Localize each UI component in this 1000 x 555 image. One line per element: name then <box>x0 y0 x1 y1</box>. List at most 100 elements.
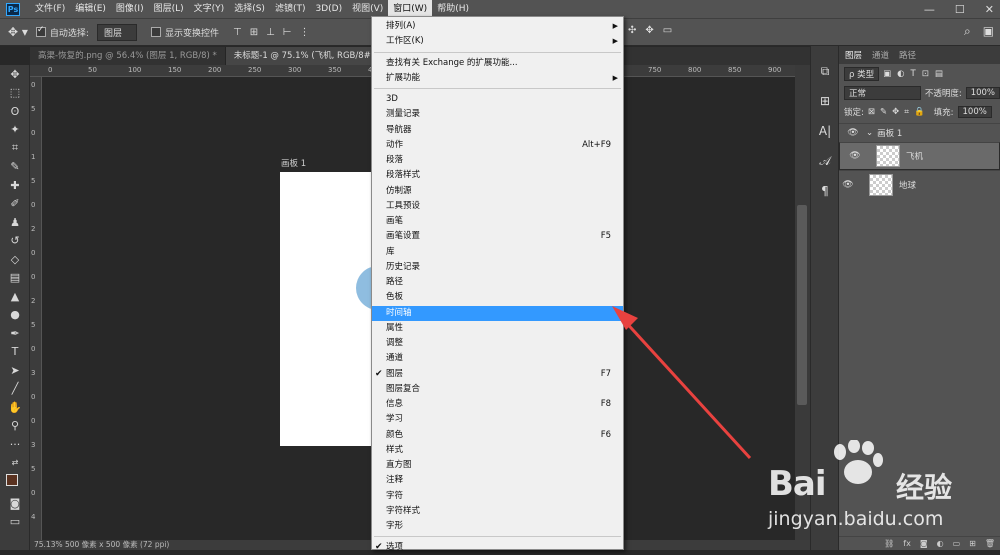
healing-brush-tool-icon[interactable]: ✚ <box>0 176 30 195</box>
menu-item[interactable]: 查找有关 Exchange 的扩展功能... <box>372 56 623 71</box>
pen-tool-icon[interactable]: ✒ <box>0 324 30 343</box>
history-panel-icon[interactable]: ⧉ <box>811 56 839 86</box>
history-brush-tool-icon[interactable]: ↺ <box>0 232 30 251</box>
eyedropper-tool-icon[interactable]: ✎ <box>0 158 30 177</box>
menu-item[interactable]: 色板 <box>372 290 623 305</box>
menu-item[interactable]: 注释 <box>372 473 623 488</box>
properties-panel-icon[interactable]: ⊞ <box>811 86 839 116</box>
menu-item[interactable]: 滤镜(T) <box>270 0 311 18</box>
eraser-tool-icon[interactable]: ◇ <box>0 250 30 269</box>
auto-select-toggle[interactable]: 自动选择: <box>35 25 89 39</box>
swap-colors-icon[interactable]: ⇄ <box>0 454 30 473</box>
3d-rotate-icon[interactable]: ✣ <box>628 25 636 36</box>
menu-item[interactable]: ✔ 图层 F7 <box>372 367 623 382</box>
link-icon[interactable]: ⛓ <box>884 539 894 548</box>
align-top-icon[interactable]: ⊤ <box>233 27 242 38</box>
menu-item[interactable]: 画笔 <box>372 214 623 229</box>
character-panel-icon[interactable]: A| <box>811 116 839 146</box>
hand-tool-icon[interactable]: ✋ <box>0 398 30 417</box>
align-center-icon[interactable]: ⋮ <box>300 27 310 38</box>
menu-item[interactable]: 字符样式 <box>372 504 623 519</box>
minimize-icon[interactable]: — <box>924 3 935 16</box>
menu-item[interactable]: 直方图 <box>372 458 623 473</box>
more-tools-icon[interactable]: ··· <box>0 435 30 454</box>
menu-item[interactable]: 工具预设 <box>372 199 623 214</box>
type-tool-icon[interactable]: T <box>0 343 30 362</box>
menu-item[interactable]: 历史记录 <box>372 260 623 275</box>
auto-select-dropdown[interactable]: 图层 <box>96 23 137 41</box>
align-middle-icon[interactable]: ⊞ <box>250 27 258 38</box>
filter-icons[interactable]: ▣◐T⊡▤ <box>883 69 949 79</box>
magic-wand-tool-icon[interactable]: ✦ <box>0 121 30 140</box>
menu-item[interactable]: 图层复合 <box>372 382 623 397</box>
menu-item[interactable]: 工作区(K) ▶ <box>372 34 623 49</box>
menu-item[interactable]: 颜色 F6 <box>372 428 623 443</box>
menu-item[interactable]: 段落 <box>372 153 623 168</box>
eye-icon[interactable]: 👁 <box>844 128 862 138</box>
3d-camera-icon[interactable]: ▭ <box>663 25 672 36</box>
move-tool-icon[interactable]: ✥ <box>0 65 30 84</box>
menu-item[interactable]: 3D(D) <box>310 0 347 18</box>
chevron-down-icon[interactable]: ⌄ <box>866 128 873 138</box>
new-layer-icon[interactable]: ⊞ <box>969 539 976 548</box>
gradient-tool-icon[interactable]: ▤ <box>0 269 30 288</box>
menu-item[interactable]: 字形 <box>372 519 623 534</box>
auto-select-checkbox[interactable] <box>35 25 46 37</box>
menu-item[interactable]: 画笔设置 F5 <box>372 229 623 244</box>
eye-icon[interactable]: 👁 <box>839 180 857 190</box>
zoom-tool-icon[interactable]: ⚲ <box>0 417 30 436</box>
layer-row-airplane[interactable]: 👁 飞机 <box>839 142 1000 170</box>
menu-item[interactable]: 图像(I) <box>111 0 149 18</box>
menu-item[interactable]: 图层(L) <box>149 0 189 18</box>
close-icon[interactable]: ✕ <box>985 3 994 16</box>
menu-item[interactable]: 属性 <box>372 321 623 336</box>
tab-untitled-1[interactable]: 未标题-1 @ 75.1% (飞机, RGB/8# <box>225 47 380 65</box>
menu-item[interactable]: 时间轴 <box>372 305 623 321</box>
blend-mode-dropdown[interactable]: 正常 <box>844 85 921 100</box>
menu-item[interactable]: ✔ 选项 <box>372 540 623 555</box>
menu-item[interactable]: 字符 <box>372 489 623 504</box>
color-swatches[interactable] <box>0 472 30 494</box>
eye-icon[interactable]: 👁 <box>846 151 864 161</box>
paragraph-panel-icon[interactable]: ¶ <box>811 176 839 206</box>
artboard[interactable] <box>280 172 375 446</box>
fill-field[interactable]: 100% <box>957 105 992 118</box>
menu-item[interactable]: 扩展功能 ▶ <box>372 71 623 86</box>
maximize-icon[interactable]: ☐ <box>955 3 965 16</box>
menu-item[interactable]: 调整 <box>372 336 623 351</box>
line-tool-icon[interactable]: ╱ <box>0 380 30 399</box>
tab-paths[interactable]: 路径 <box>899 49 916 61</box>
screen-mode-icon[interactable]: ▭ <box>0 513 30 532</box>
blur-tool-icon[interactable]: ▲ <box>0 287 30 306</box>
trash-icon[interactable]: 🗑 <box>985 539 995 548</box>
path-selection-tool-icon[interactable]: ➤ <box>0 361 30 380</box>
search-icon[interactable]: ⌕ <box>964 24 971 39</box>
menu-item[interactable]: 仿制源 <box>372 184 623 199</box>
menu-item[interactable]: 学习 <box>372 412 623 427</box>
menu-item[interactable]: 信息 F8 <box>372 397 623 412</box>
move-tool-icon[interactable]: ✥ ▾ <box>8 25 28 39</box>
menu-item[interactable]: 样式 <box>372 443 623 458</box>
scrollbar-thumb[interactable] <box>797 205 807 405</box>
layer-row-earth[interactable]: 👁 地球 <box>839 170 1000 198</box>
mask-icon[interactable]: ◙ <box>920 539 928 548</box>
workspace-icon[interactable]: ▣ <box>983 24 994 39</box>
clone-stamp-tool-icon[interactable]: ♟ <box>0 213 30 232</box>
menu-item[interactable]: 编辑(E) <box>70 0 111 18</box>
3d-pan-icon[interactable]: ✥ <box>645 25 653 36</box>
tab-recovered-png[interactable]: 高渠-恢复的.png @ 56.4% (图层 1, RGB/8) * <box>30 47 226 65</box>
show-transform-checkbox[interactable] <box>150 27 161 37</box>
menu-item[interactable]: 排列(A) ▶ <box>372 19 623 34</box>
quick-mask-icon[interactable]: ◙ <box>0 494 30 513</box>
dodge-tool-icon[interactable]: ● <box>0 306 30 325</box>
align-bottom-icon[interactable]: ⊥ <box>266 27 275 38</box>
lasso-tool-icon[interactable]: ʘ <box>0 102 30 121</box>
menu-item[interactable]: 文字(Y) <box>189 0 230 18</box>
marquee-tool-icon[interactable]: ⬚ <box>0 84 30 103</box>
paragraph-style-icon[interactable]: 𝒜 <box>811 146 839 176</box>
menu-item[interactable]: 测量记录 <box>372 107 623 122</box>
fx-icon[interactable]: fx <box>903 539 911 548</box>
opacity-field[interactable]: 100% <box>965 86 1000 99</box>
tab-channels[interactable]: 通道 <box>872 49 889 61</box>
show-transform-toggle[interactable]: 显示变换控件 <box>150 26 219 39</box>
